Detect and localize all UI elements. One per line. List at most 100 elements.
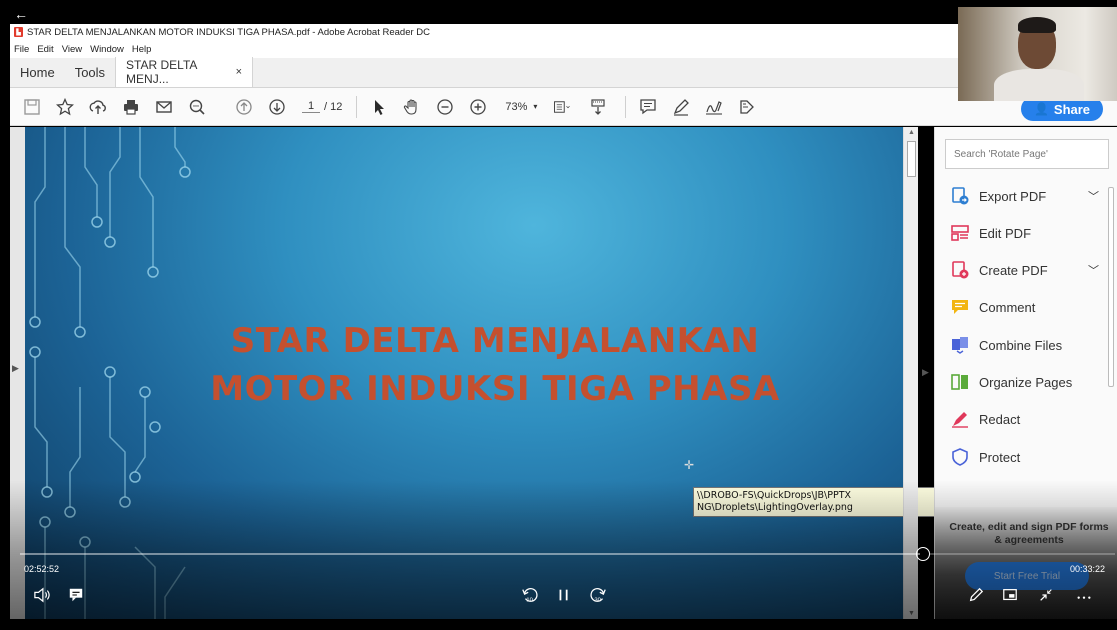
page-down-icon[interactable] — [263, 93, 291, 121]
title-bar: ▙ STAR DELTA MENJALANKAN MOTOR INDUKSI T… — [10, 24, 960, 40]
minimize-player-icon[interactable] — [1034, 584, 1058, 606]
comment-tool-icon — [951, 298, 969, 316]
tool-label: Protect — [979, 449, 1021, 465]
volume-icon[interactable] — [30, 584, 54, 606]
file-path-tooltip: \\DROBO-FS\QuickDrops\JB\PPTX NG\Droplet… — [693, 487, 960, 517]
tab-tools[interactable]: Tools — [65, 57, 115, 87]
fit-page-icon[interactable] — [545, 93, 579, 121]
webcam-person-hair — [1018, 17, 1056, 33]
upload-cloud-icon[interactable] — [84, 93, 112, 121]
zoom-select[interactable]: 73% ▾ — [505, 101, 537, 113]
main-toolbar: 1 / 12 73% ▾ — [10, 88, 1117, 126]
tool-label: Redact — [979, 411, 1021, 427]
more-options-icon[interactable] — [1072, 584, 1096, 606]
chevron-down-icon[interactable]: ﹀ — [1088, 188, 1099, 204]
menu-bar: File Edit View Window Help — [10, 40, 960, 58]
menu-file[interactable]: File — [14, 44, 29, 55]
back-arrow-icon[interactable]: ← — [14, 7, 28, 21]
rewind-10-button[interactable]: 10 — [518, 584, 542, 606]
tab-home[interactable]: Home — [10, 57, 65, 87]
menu-window[interactable]: Window — [90, 44, 124, 55]
expand-left-pane-icon[interactable]: ▶ — [12, 363, 19, 374]
print-icon[interactable] — [117, 93, 145, 121]
tool-comment[interactable]: Comment — [951, 295, 1035, 319]
left-nav-pane-toggle[interactable]: ▶ — [10, 127, 25, 619]
tool-label: Edit PDF — [979, 225, 1032, 241]
save-icon[interactable] — [18, 93, 46, 121]
elapsed-time: 02:52:52 — [24, 564, 60, 574]
hand-icon[interactable] — [398, 93, 426, 121]
tab-document[interactable]: STAR DELTA MENJ... × — [115, 57, 254, 87]
export-pdf-icon — [951, 187, 969, 205]
scrollbar-thumb[interactable] — [907, 141, 916, 177]
tool-label: Combine Files — [979, 337, 1063, 353]
page-total-label: / 12 — [324, 100, 343, 113]
slide-title: STAR DELTA MENJALANKAN MOTOR INDUKSI TIG… — [25, 317, 903, 413]
document-scrollbar[interactable]: ▲ ▼ — [903, 127, 918, 619]
select-arrow-icon[interactable] — [365, 93, 393, 121]
pause-button[interactable] — [552, 584, 576, 606]
remaining-time: 00:33:22 — [1070, 564, 1106, 574]
menu-view[interactable]: View — [62, 44, 82, 55]
promo-text: Create, edit and sign PDF forms & agreem… — [949, 521, 1109, 546]
window-title: STAR DELTA MENJALANKAN MOTOR INDUKSI TIG… — [27, 26, 431, 38]
tool-organize-pages[interactable]: Organize Pages — [951, 370, 1072, 394]
chevron-down-icon[interactable]: ﹀ — [1088, 262, 1099, 278]
protect-icon — [951, 448, 969, 466]
seekbar-knob[interactable] — [916, 547, 930, 561]
tab-bar: Home Tools STAR DELTA MENJ... × — [10, 57, 1117, 88]
menu-help[interactable]: Help — [132, 44, 152, 55]
email-icon[interactable] — [150, 93, 178, 121]
combine-files-icon — [951, 336, 969, 354]
tool-redact[interactable]: Redact — [951, 407, 1020, 431]
tool-label: Export PDF — [979, 188, 1047, 204]
sign-icon[interactable] — [700, 93, 728, 121]
comment-icon[interactable] — [634, 93, 662, 121]
page-current-input[interactable]: 1 — [302, 100, 320, 113]
slide-title-line-1: STAR DELTA MENJALANKAN — [230, 321, 760, 361]
tool-label: Comment — [979, 299, 1036, 315]
search-zoom-icon[interactable] — [183, 93, 211, 121]
zoom-out-icon[interactable] — [431, 93, 459, 121]
screen-cast-icon[interactable] — [998, 584, 1022, 606]
bottom-letterbox — [0, 619, 1117, 630]
tools-pane: Search 'Rotate Page' Export PDF ﹀ Edit P… — [934, 127, 1117, 619]
create-pdf-icon — [951, 261, 969, 279]
screen: ← ▙ STAR DELTA MENJALANKAN MOTOR INDUKSI… — [0, 0, 1117, 630]
tools-search-input[interactable]: Search 'Rotate Page' — [945, 139, 1109, 169]
highlight-pen-icon[interactable] — [667, 93, 695, 121]
acrobat-pdf-icon: ▙ — [14, 27, 23, 37]
tool-label: Create PDF — [979, 262, 1048, 278]
draw-pen-icon[interactable] — [964, 584, 988, 606]
video-seekbar[interactable] — [20, 553, 920, 555]
scroll-up-icon[interactable]: ▲ — [908, 129, 915, 136]
captions-icon[interactable] — [64, 584, 88, 606]
tool-edit-pdf[interactable]: Edit PDF — [951, 221, 1031, 245]
slide-title-line-2: MOTOR INDUKSI TIGA PHASA — [210, 369, 780, 409]
tool-label: Organize Pages — [979, 374, 1073, 390]
share-label: Share — [1053, 101, 1091, 117]
zoom-dropdown-icon: ▾ — [533, 102, 538, 111]
page-number-field[interactable]: 1 / 12 — [302, 100, 342, 113]
bookmark-star-icon[interactable] — [51, 93, 79, 121]
rewind-label: 10 — [526, 597, 533, 603]
page-up-icon[interactable] — [230, 93, 258, 121]
video-seekbar-remaining[interactable] — [930, 553, 1115, 555]
add-user-icon: 👤 — [1033, 102, 1049, 116]
tools-pane-scrollbar[interactable] — [1107, 187, 1115, 387]
menu-edit[interactable]: Edit — [37, 44, 53, 55]
tool-export-pdf[interactable]: Export PDF ﹀ — [951, 184, 1099, 208]
forward-30-button[interactable]: 30 — [586, 584, 610, 606]
zoom-in-icon[interactable] — [464, 93, 492, 121]
fill-sign-icon[interactable] — [733, 93, 761, 121]
webcam-person-body — [994, 69, 1084, 101]
tool-create-pdf[interactable]: Create PDF ﹀ — [951, 258, 1099, 282]
scroll-down-icon[interactable]: ▼ — [908, 610, 915, 617]
pdf-page-slide: STAR DELTA MENJALANKAN MOTOR INDUKSI TIG… — [25, 127, 903, 619]
cursor-crosshair-icon: ✛ — [684, 458, 695, 472]
scroll-mode-icon[interactable] — [584, 93, 612, 121]
tool-combine-files[interactable]: Combine Files — [951, 333, 1062, 357]
tool-protect[interactable]: Protect — [951, 445, 1020, 469]
collapse-right-pane-icon[interactable]: ▶ — [922, 367, 929, 378]
tab-close-icon[interactable]: × — [236, 66, 242, 78]
